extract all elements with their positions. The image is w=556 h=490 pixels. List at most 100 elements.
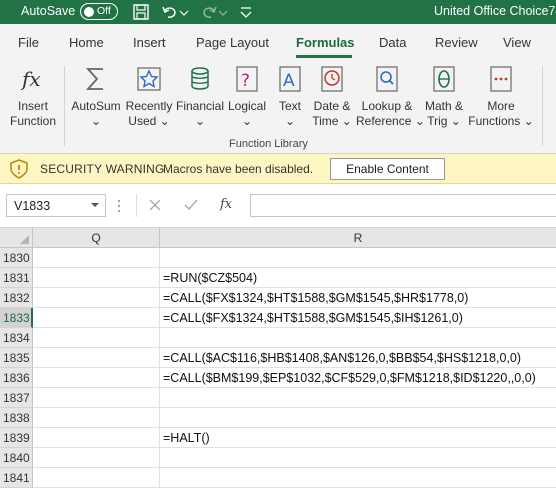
row-header[interactable]: 1832 [0, 288, 33, 308]
lookup-reference-label: Lookup & [361, 99, 413, 113]
more-icon [490, 66, 512, 92]
insert-function-label: Insert [17, 99, 48, 113]
date-time-button[interactable]: Date & Time ⌄ [310, 64, 354, 129]
row-header[interactable]: 1837 [0, 388, 33, 408]
autosum-button[interactable]: AutoSum ⌄ [69, 64, 123, 129]
redo-icon[interactable] [199, 2, 219, 22]
cell-q[interactable] [33, 408, 160, 428]
magnifier-icon [376, 66, 398, 92]
table-row: 1833 =CALL($FX$1324,$HT$1588,$GM$1545,$IH… [0, 308, 556, 328]
recently-used-label-2: Used ⌄ [128, 114, 170, 128]
cell-r[interactable]: =CALL($FX$1324,$HT$1588,$GM$1545,$HR$177… [160, 288, 556, 308]
cell-q[interactable] [33, 248, 160, 268]
customize-toolbar-icon[interactable] [236, 2, 256, 22]
coins-icon [191, 67, 209, 90]
row-header[interactable]: 1831 [0, 268, 33, 288]
cell-r[interactable]: =CALL($BM$199,$EP$1032,$CF$529,0,$FM$121… [160, 368, 556, 388]
table-row: 1840 [0, 448, 556, 468]
fx-icon: fx [20, 67, 41, 91]
date-time-label: Date & [313, 99, 351, 113]
row-header[interactable]: 1830 [0, 248, 33, 268]
column-header-r[interactable]: R [160, 228, 556, 248]
logical-button[interactable]: ? Logical ⌄ [226, 64, 268, 129]
recently-used-button[interactable]: Recently Used ⌄ [124, 64, 174, 129]
name-box-value: V1833 [14, 199, 51, 213]
cell-q[interactable] [33, 328, 160, 348]
cell-r[interactable] [160, 408, 556, 428]
enter-check-icon[interactable] [181, 195, 201, 215]
undo-icon[interactable] [160, 2, 180, 22]
formula-bar-resize-handle[interactable] [117, 199, 121, 213]
column-header-q[interactable]: Q [33, 228, 160, 248]
autosave-toggle[interactable]: Off [80, 3, 118, 20]
save-icon[interactable] [131, 2, 151, 22]
tab-formulas[interactable]: Formulas [296, 35, 355, 50]
cell-q[interactable] [33, 308, 160, 328]
cell-q[interactable] [33, 468, 160, 488]
tab-page-layout[interactable]: Page Layout [196, 35, 269, 50]
table-row: 1841 [0, 468, 556, 488]
math-trig-button[interactable]: Math & Trig ⌄ [420, 64, 468, 129]
name-box[interactable]: V1833 [6, 194, 106, 217]
cell-r[interactable] [160, 248, 556, 268]
text-a-icon: A [279, 66, 301, 92]
cell-r[interactable]: =RUN($CZ$504) [160, 268, 556, 288]
row-header[interactable]: 1840 [0, 448, 33, 468]
cell-q[interactable] [33, 288, 160, 308]
tab-view[interactable]: View [503, 35, 531, 50]
cell-q[interactable] [33, 388, 160, 408]
row-header[interactable]: 1838 [0, 408, 33, 428]
date-time-label-2: Time ⌄ [312, 114, 352, 128]
lookup-reference-button[interactable]: Lookup & Reference ⌄ [356, 64, 425, 129]
lookup-reference-label-2: Reference ⌄ [356, 114, 425, 128]
svg-text:A: A [283, 71, 295, 91]
security-warning-bar: SECURITY WARNING Macros have been disabl… [0, 154, 556, 184]
row-header[interactable]: 1836 [0, 368, 33, 388]
table-row: 1831 =RUN($CZ$504) [0, 268, 556, 288]
tab-review[interactable]: Review [435, 35, 478, 50]
logical-label: Logical [227, 99, 267, 113]
text-button[interactable]: A Text ⌄ [272, 64, 308, 129]
cell-q[interactable] [33, 268, 160, 288]
more-functions-button[interactable]: More Functions ⌄ [468, 64, 534, 129]
cancel-icon[interactable] [145, 195, 165, 215]
insert-function-button[interactable]: fx Insert Function [6, 64, 60, 129]
cell-q[interactable] [33, 368, 160, 388]
document-title: United Office Choice74 [434, 4, 556, 18]
undo-dropdown-icon[interactable] [179, 2, 189, 22]
chevron-down-icon: ⌄ [194, 114, 206, 128]
cell-q[interactable] [33, 348, 160, 368]
chevron-down-icon[interactable] [90, 200, 100, 210]
row-header[interactable]: 1841 [0, 468, 33, 488]
row-header[interactable]: 1833 [0, 308, 33, 328]
enable-content-button[interactable]: Enable Content [330, 158, 445, 180]
cell-r[interactable] [160, 448, 556, 468]
cell-r[interactable]: =HALT() [160, 428, 556, 448]
ribbon-formulas: fx Insert Function AutoSum ⌄ Recently Us… [0, 60, 556, 154]
redo-dropdown-icon[interactable] [218, 2, 228, 22]
tab-insert[interactable]: Insert [133, 35, 166, 50]
insert-function-fx-button[interactable]: fx [220, 195, 240, 215]
cell-r[interactable] [160, 388, 556, 408]
select-all-icon [20, 235, 29, 244]
row-header[interactable]: 1839 [0, 428, 33, 448]
tab-file[interactable]: File [18, 35, 39, 50]
autosave-label: AutoSave [21, 4, 76, 18]
cell-r[interactable] [160, 468, 556, 488]
formula-input[interactable] [250, 194, 556, 217]
cell-q[interactable] [33, 448, 160, 468]
svg-text:fx: fx [20, 67, 41, 91]
select-all-corner[interactable] [0, 228, 33, 248]
cell-r[interactable]: =CALL($AC$116,$HB$1408,$AN$126,0,$BB$54,… [160, 348, 556, 368]
formula-bar-divider [136, 194, 137, 217]
cell-r[interactable]: =CALL($FX$1324,$HT$1588,$GM$1545,$IH$126… [160, 308, 556, 328]
row-header[interactable]: 1835 [0, 348, 33, 368]
table-row: 1837 [0, 388, 556, 408]
tab-data[interactable]: Data [379, 35, 406, 50]
financial-button[interactable]: Financial ⌄ [175, 64, 225, 129]
cell-q[interactable] [33, 428, 160, 448]
chevron-down-icon: ⌄ [284, 114, 296, 128]
tab-home[interactable]: Home [69, 35, 104, 50]
row-header[interactable]: 1834 [0, 328, 33, 348]
cell-r[interactable] [160, 328, 556, 348]
